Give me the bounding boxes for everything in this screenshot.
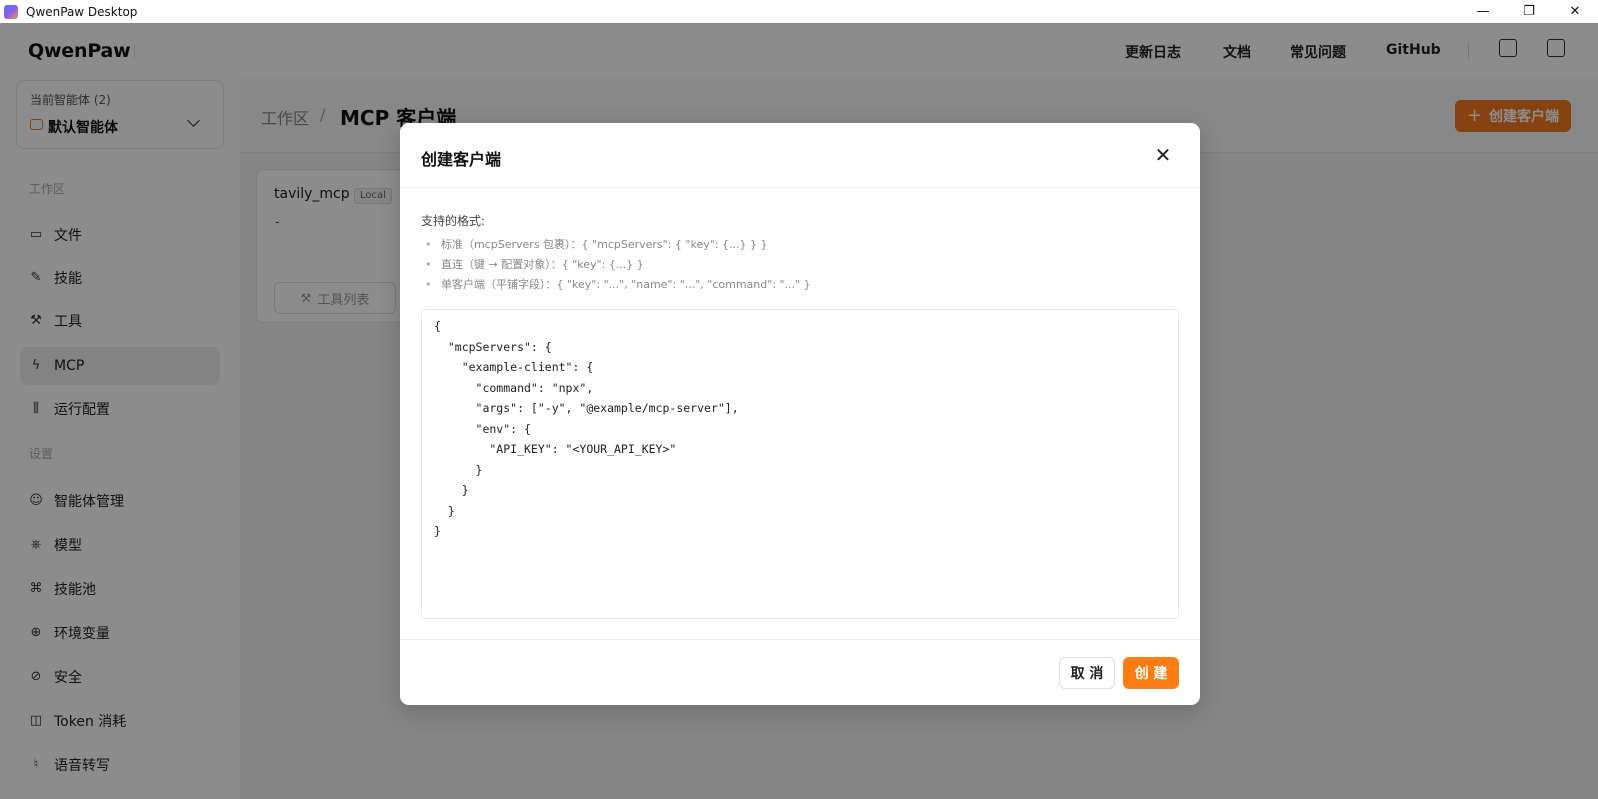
code-line: } [434,503,455,518]
window-title: QwenPaw Desktop [26,4,138,19]
formats-list: 标准（mcpServers 包裹）：{ "mcpServers": { "key… [421,236,811,296]
restore-button[interactable]: ❐ [1506,0,1552,23]
code-line: } [434,483,469,497]
code-line: "example-client": { [434,360,594,374]
create-client-dialog: 创建客户端 ✕ 支持的格式: 标准（mcpServers 包裹）：{ "mcpS… [400,123,1200,705]
code-line: { [434,319,441,333]
format-item: 直连（键 → 配置对象）：{ "key": {...} } [421,256,811,276]
dialog-divider [400,187,1200,188]
dialog-footer-divider [400,639,1200,640]
code-line: "args": ["-y", "@example/mcp-server"], [434,401,739,415]
dialog-title: 创建客户端 [421,150,502,169]
code-line: "mcpServers": { [434,339,552,354]
create-button[interactable]: 创 建 [1123,657,1179,689]
formats-label: 支持的格式: [421,214,486,228]
window-titlebar: QwenPaw Desktop — ❐ ✕ [0,0,1598,23]
code-line: } [434,462,483,477]
window-controls: — ❐ ✕ [1460,0,1598,23]
close-window-button[interactable]: ✕ [1552,0,1598,23]
code-line: "env": { [434,421,531,436]
code-line: "API_KEY": "<YOUR_API_KEY>" [434,442,677,456]
cancel-button[interactable]: 取 消 [1059,657,1115,689]
app-icon [4,4,18,19]
minimize-button[interactable]: — [1460,0,1506,23]
close-icon[interactable]: ✕ [1152,144,1174,166]
code-line: "command": "npx", [434,380,594,395]
format-item: 标准（mcpServers 包裹）：{ "mcpServers": { "key… [421,236,811,256]
format-item: 单客户端（平铺字段）：{ "key": "...", "name": "..."… [421,276,811,296]
json-config-editor[interactable]: { "mcpServers": { "example-client": { "c… [421,309,1179,619]
code-line: } [434,524,441,538]
